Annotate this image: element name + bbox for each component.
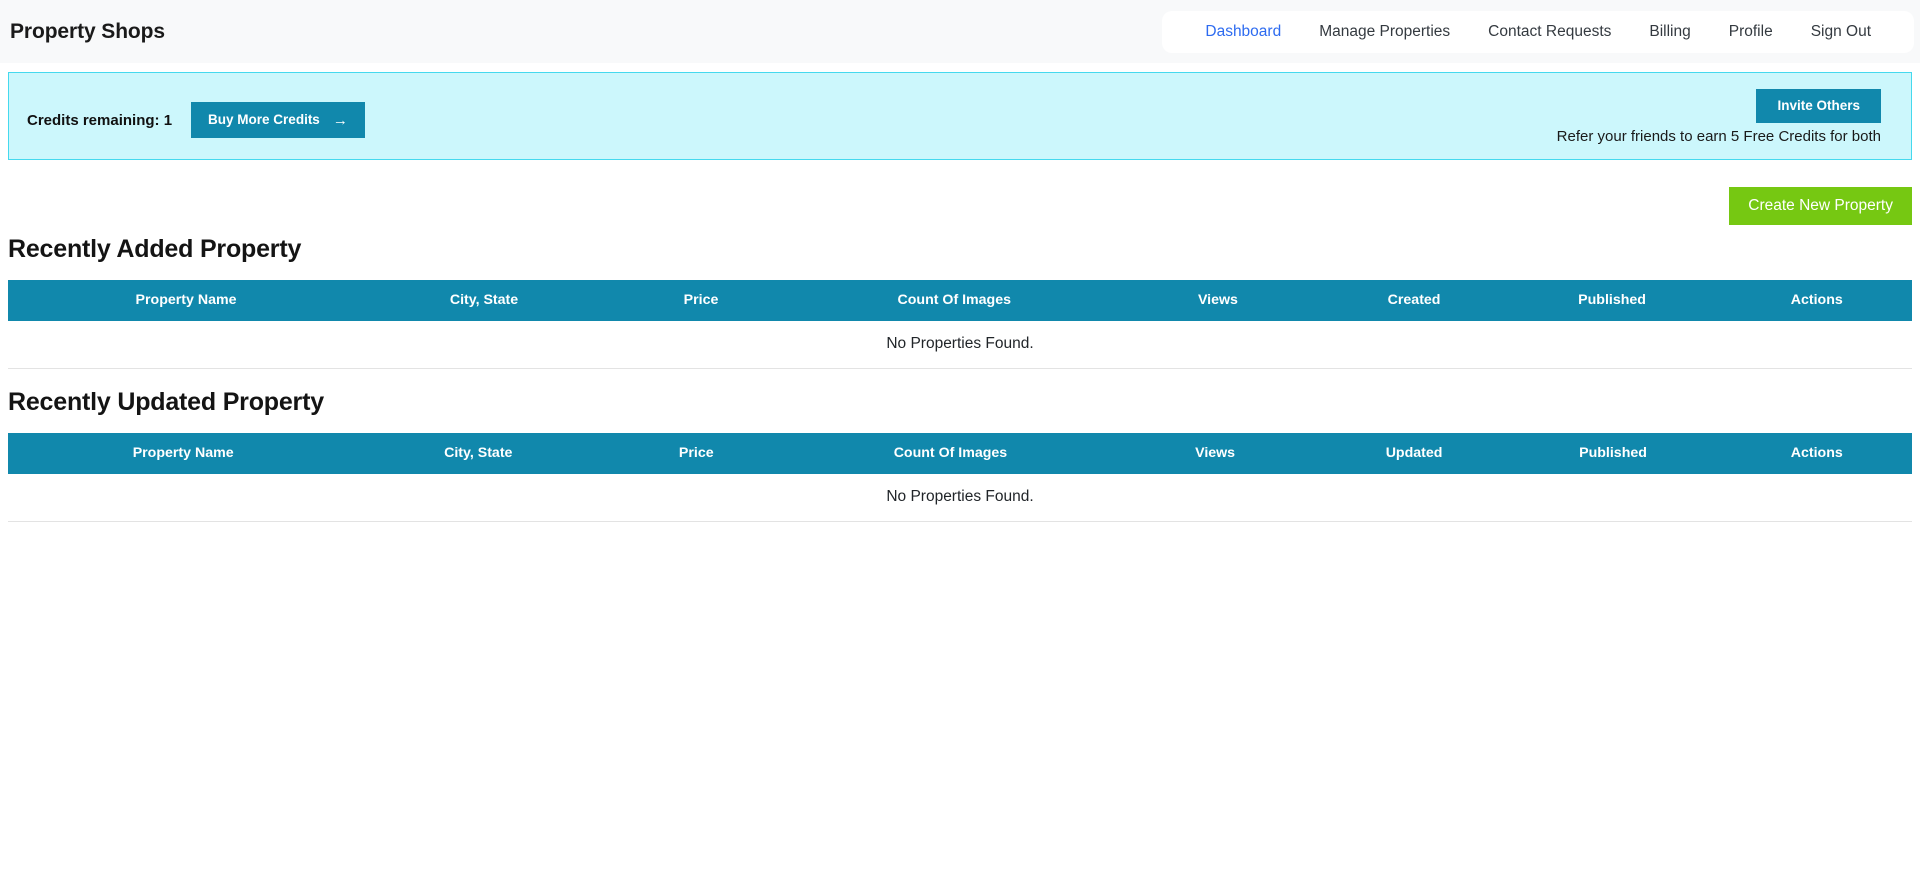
invite-others-button[interactable]: Invite Others: [1756, 89, 1881, 123]
recently-updated-title: Recently Updated Property: [8, 388, 324, 416]
recently-added-title: Recently Added Property: [8, 235, 302, 263]
recently-added-table: Property Name City, State Price Count Of…: [8, 280, 1912, 369]
column-header-published[interactable]: Published: [1502, 280, 1722, 321]
table-empty-row: No Properties Found.: [8, 474, 1912, 522]
nav-item-contact-requests[interactable]: Contact Requests: [1469, 22, 1630, 42]
buy-more-credits-label: Buy More Credits: [208, 112, 320, 127]
column-header-count-of-images[interactable]: Count Of Images: [798, 280, 1111, 321]
column-header-actions[interactable]: Actions: [1721, 280, 1912, 321]
column-header-property-name[interactable]: Property Name: [8, 280, 365, 321]
create-new-property-button[interactable]: Create New Property: [1729, 187, 1912, 225]
nav-item-billing[interactable]: Billing: [1630, 22, 1709, 42]
nav-item-manage-properties[interactable]: Manage Properties: [1300, 22, 1469, 42]
column-header-count-of-images[interactable]: Count Of Images: [794, 433, 1107, 474]
nav-item-profile[interactable]: Profile: [1710, 22, 1792, 42]
recently-updated-table-body: No Properties Found.: [8, 474, 1912, 522]
column-header-published[interactable]: Published: [1504, 433, 1722, 474]
column-header-city-state[interactable]: City, State: [358, 433, 599, 474]
recently-updated-table: Property Name City, State Price Count Of…: [8, 433, 1912, 522]
column-header-price[interactable]: Price: [598, 433, 795, 474]
recently-updated-section: Recently Updated Property Property Name …: [8, 388, 1912, 522]
column-header-property-name[interactable]: Property Name: [8, 433, 359, 474]
column-header-updated[interactable]: Updated: [1323, 433, 1505, 474]
recently-added-table-body: No Properties Found.: [8, 321, 1912, 369]
column-header-created[interactable]: Created: [1325, 280, 1503, 321]
empty-state-message: No Properties Found.: [8, 321, 1912, 369]
nav-item-dashboard[interactable]: Dashboard: [1186, 22, 1300, 42]
refer-friends-text: Refer your friends to earn 5 Free Credit…: [1556, 128, 1881, 145]
app-brand-title: Property Shops: [10, 19, 165, 43]
empty-state-message: No Properties Found.: [8, 474, 1912, 522]
table-header-row: Property Name City, State Price Count Of…: [8, 433, 1912, 474]
recently-added-table-head: Property Name City, State Price Count Of…: [8, 280, 1912, 321]
arrow-right-icon: →: [332, 111, 348, 129]
column-header-actions[interactable]: Actions: [1721, 433, 1912, 474]
credits-banner-right: Invite Others Refer your friends to earn…: [1557, 89, 1893, 145]
credits-remaining-label: Credits remaining: 1: [27, 111, 173, 129]
table-header-row: Property Name City, State Price Count Of…: [8, 280, 1912, 321]
main-navigation: Dashboard Manage Properties Contact Requ…: [1162, 10, 1914, 53]
column-header-views[interactable]: Views: [1106, 433, 1324, 474]
nav-item-sign-out[interactable]: Sign Out: [1792, 22, 1890, 42]
credits-banner: Credits remaining: 1 Buy More Credits → …: [8, 72, 1912, 160]
table-empty-row: No Properties Found.: [8, 321, 1912, 369]
column-header-city-state[interactable]: City, State: [364, 280, 604, 321]
buy-more-credits-button[interactable]: Buy More Credits →: [191, 102, 365, 138]
app-header: Property Shops Dashboard Manage Properti…: [0, 0, 1920, 63]
column-header-price[interactable]: Price: [603, 280, 799, 321]
main-content: Create New Property Recently Added Prope…: [0, 187, 1920, 522]
credits-banner-left: Credits remaining: 1 Buy More Credits →: [27, 89, 365, 138]
column-header-views[interactable]: Views: [1110, 280, 1326, 321]
recently-added-section: Recently Added Property Property Name Ci…: [8, 235, 1912, 369]
create-property-row: Create New Property: [8, 187, 1912, 225]
recently-updated-table-head: Property Name City, State Price Count Of…: [8, 433, 1912, 474]
